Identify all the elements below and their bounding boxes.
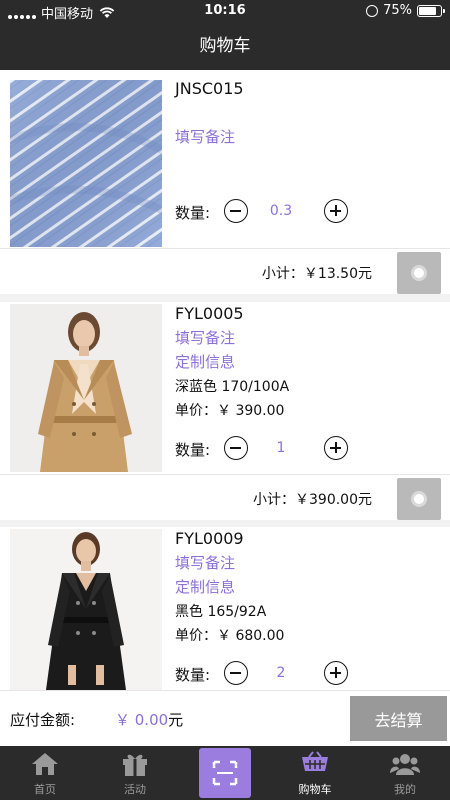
- custom-info-link[interactable]: 定制信息: [175, 351, 235, 372]
- tab-activity[interactable]: 活动: [90, 746, 180, 800]
- checkout-button[interactable]: 去结算: [350, 696, 447, 741]
- product-image[interactable]: [10, 529, 162, 690]
- product-code: JNSC015: [175, 79, 244, 98]
- quantity-value[interactable]: 1: [256, 440, 306, 456]
- battery-icon: [417, 4, 445, 17]
- quantity-label: 数量:: [175, 204, 211, 222]
- decrease-quantity-button[interactable]: [224, 199, 248, 223]
- quantity-label: 数量:: [175, 441, 211, 459]
- product-image[interactable]: [10, 80, 162, 247]
- radio-icon: [411, 491, 427, 507]
- home-icon: [32, 753, 58, 775]
- battery-percent: 75%: [383, 3, 412, 18]
- unit-price: 单价：￥ 680.00: [175, 628, 285, 644]
- quantity-value[interactable]: 2: [256, 665, 306, 681]
- black-coat-image: [10, 529, 162, 690]
- tab-label: 购物车: [298, 783, 332, 796]
- radio-icon: [411, 265, 427, 281]
- product-spec: 深蓝色 170/100A: [175, 379, 290, 395]
- tab-label: 活动: [124, 783, 146, 796]
- increase-quantity-button[interactable]: [324, 199, 348, 223]
- decrease-quantity-button[interactable]: [224, 661, 248, 685]
- note-link[interactable]: 填写备注: [175, 327, 235, 348]
- cart-item: FYL0009 填写备注 定制信息 黑色 165/92A 单价：￥ 680.00…: [0, 527, 450, 690]
- fabric-image: [10, 80, 162, 247]
- cart-item: FYL0005 填写备注 定制信息 深蓝色 170/100A 单价：￥ 390.…: [0, 302, 450, 474]
- total-amount: ￥ 0.00元: [115, 709, 183, 730]
- page-title: 购物车: [199, 36, 251, 56]
- tab-home[interactable]: 首页: [0, 746, 90, 800]
- subtotal-text: 小计：￥13.50元: [261, 266, 372, 282]
- total-amount-value: ￥ 0.00: [115, 711, 169, 729]
- tab-label: 我的: [394, 783, 416, 796]
- note-link[interactable]: 填写备注: [175, 126, 235, 147]
- tab-label: 首页: [34, 783, 56, 796]
- quantity-value[interactable]: 0.3: [256, 203, 306, 219]
- tab-mine[interactable]: 我的: [360, 746, 450, 800]
- users-icon: [390, 754, 420, 775]
- custom-info-link[interactable]: 定制信息: [175, 576, 235, 597]
- increase-quantity-button[interactable]: [324, 661, 348, 685]
- tab-scan[interactable]: [199, 748, 251, 798]
- beige-coat-image: [10, 304, 162, 472]
- total-bar: 应付金额: ￥ 0.00元 去结算: [0, 690, 450, 746]
- cart-item: JNSC015 填写备注 数量: 0.3: [0, 70, 450, 248]
- status-bar: 中国移动 10:16 75%: [0, 0, 450, 22]
- unit-price: 单价：￥ 390.00: [175, 403, 285, 419]
- total-label: 应付金额:: [10, 711, 76, 729]
- product-spec: 黑色 165/92A: [175, 604, 267, 620]
- quantity-label: 数量:: [175, 666, 211, 684]
- cart-icon: [302, 751, 328, 771]
- divider: [0, 294, 450, 302]
- orientation-lock-icon: [366, 4, 379, 17]
- subtotal-row: 小计：￥13.50元: [0, 248, 450, 294]
- decrease-quantity-button[interactable]: [224, 436, 248, 460]
- select-item-checkbox[interactable]: [397, 252, 441, 294]
- increase-quantity-button[interactable]: [324, 436, 348, 460]
- scan-icon: [212, 760, 238, 786]
- subtotal-text: 小计：￥390.00元: [253, 492, 372, 508]
- select-item-checkbox[interactable]: [397, 478, 441, 520]
- subtotal-row: 小计：￥390.00元: [0, 474, 450, 520]
- product-code: FYL0009: [175, 529, 244, 548]
- gift-icon: [123, 754, 147, 776]
- note-link[interactable]: 填写备注: [175, 552, 235, 573]
- tab-cart[interactable]: 购物车: [270, 746, 360, 800]
- nav-bar: 购物车: [0, 22, 450, 70]
- tab-bar: 首页 活动 购物车 我的: [0, 746, 450, 800]
- product-image[interactable]: [10, 304, 162, 472]
- product-code: FYL0005: [175, 304, 244, 323]
- total-amount-unit: 元: [168, 711, 184, 729]
